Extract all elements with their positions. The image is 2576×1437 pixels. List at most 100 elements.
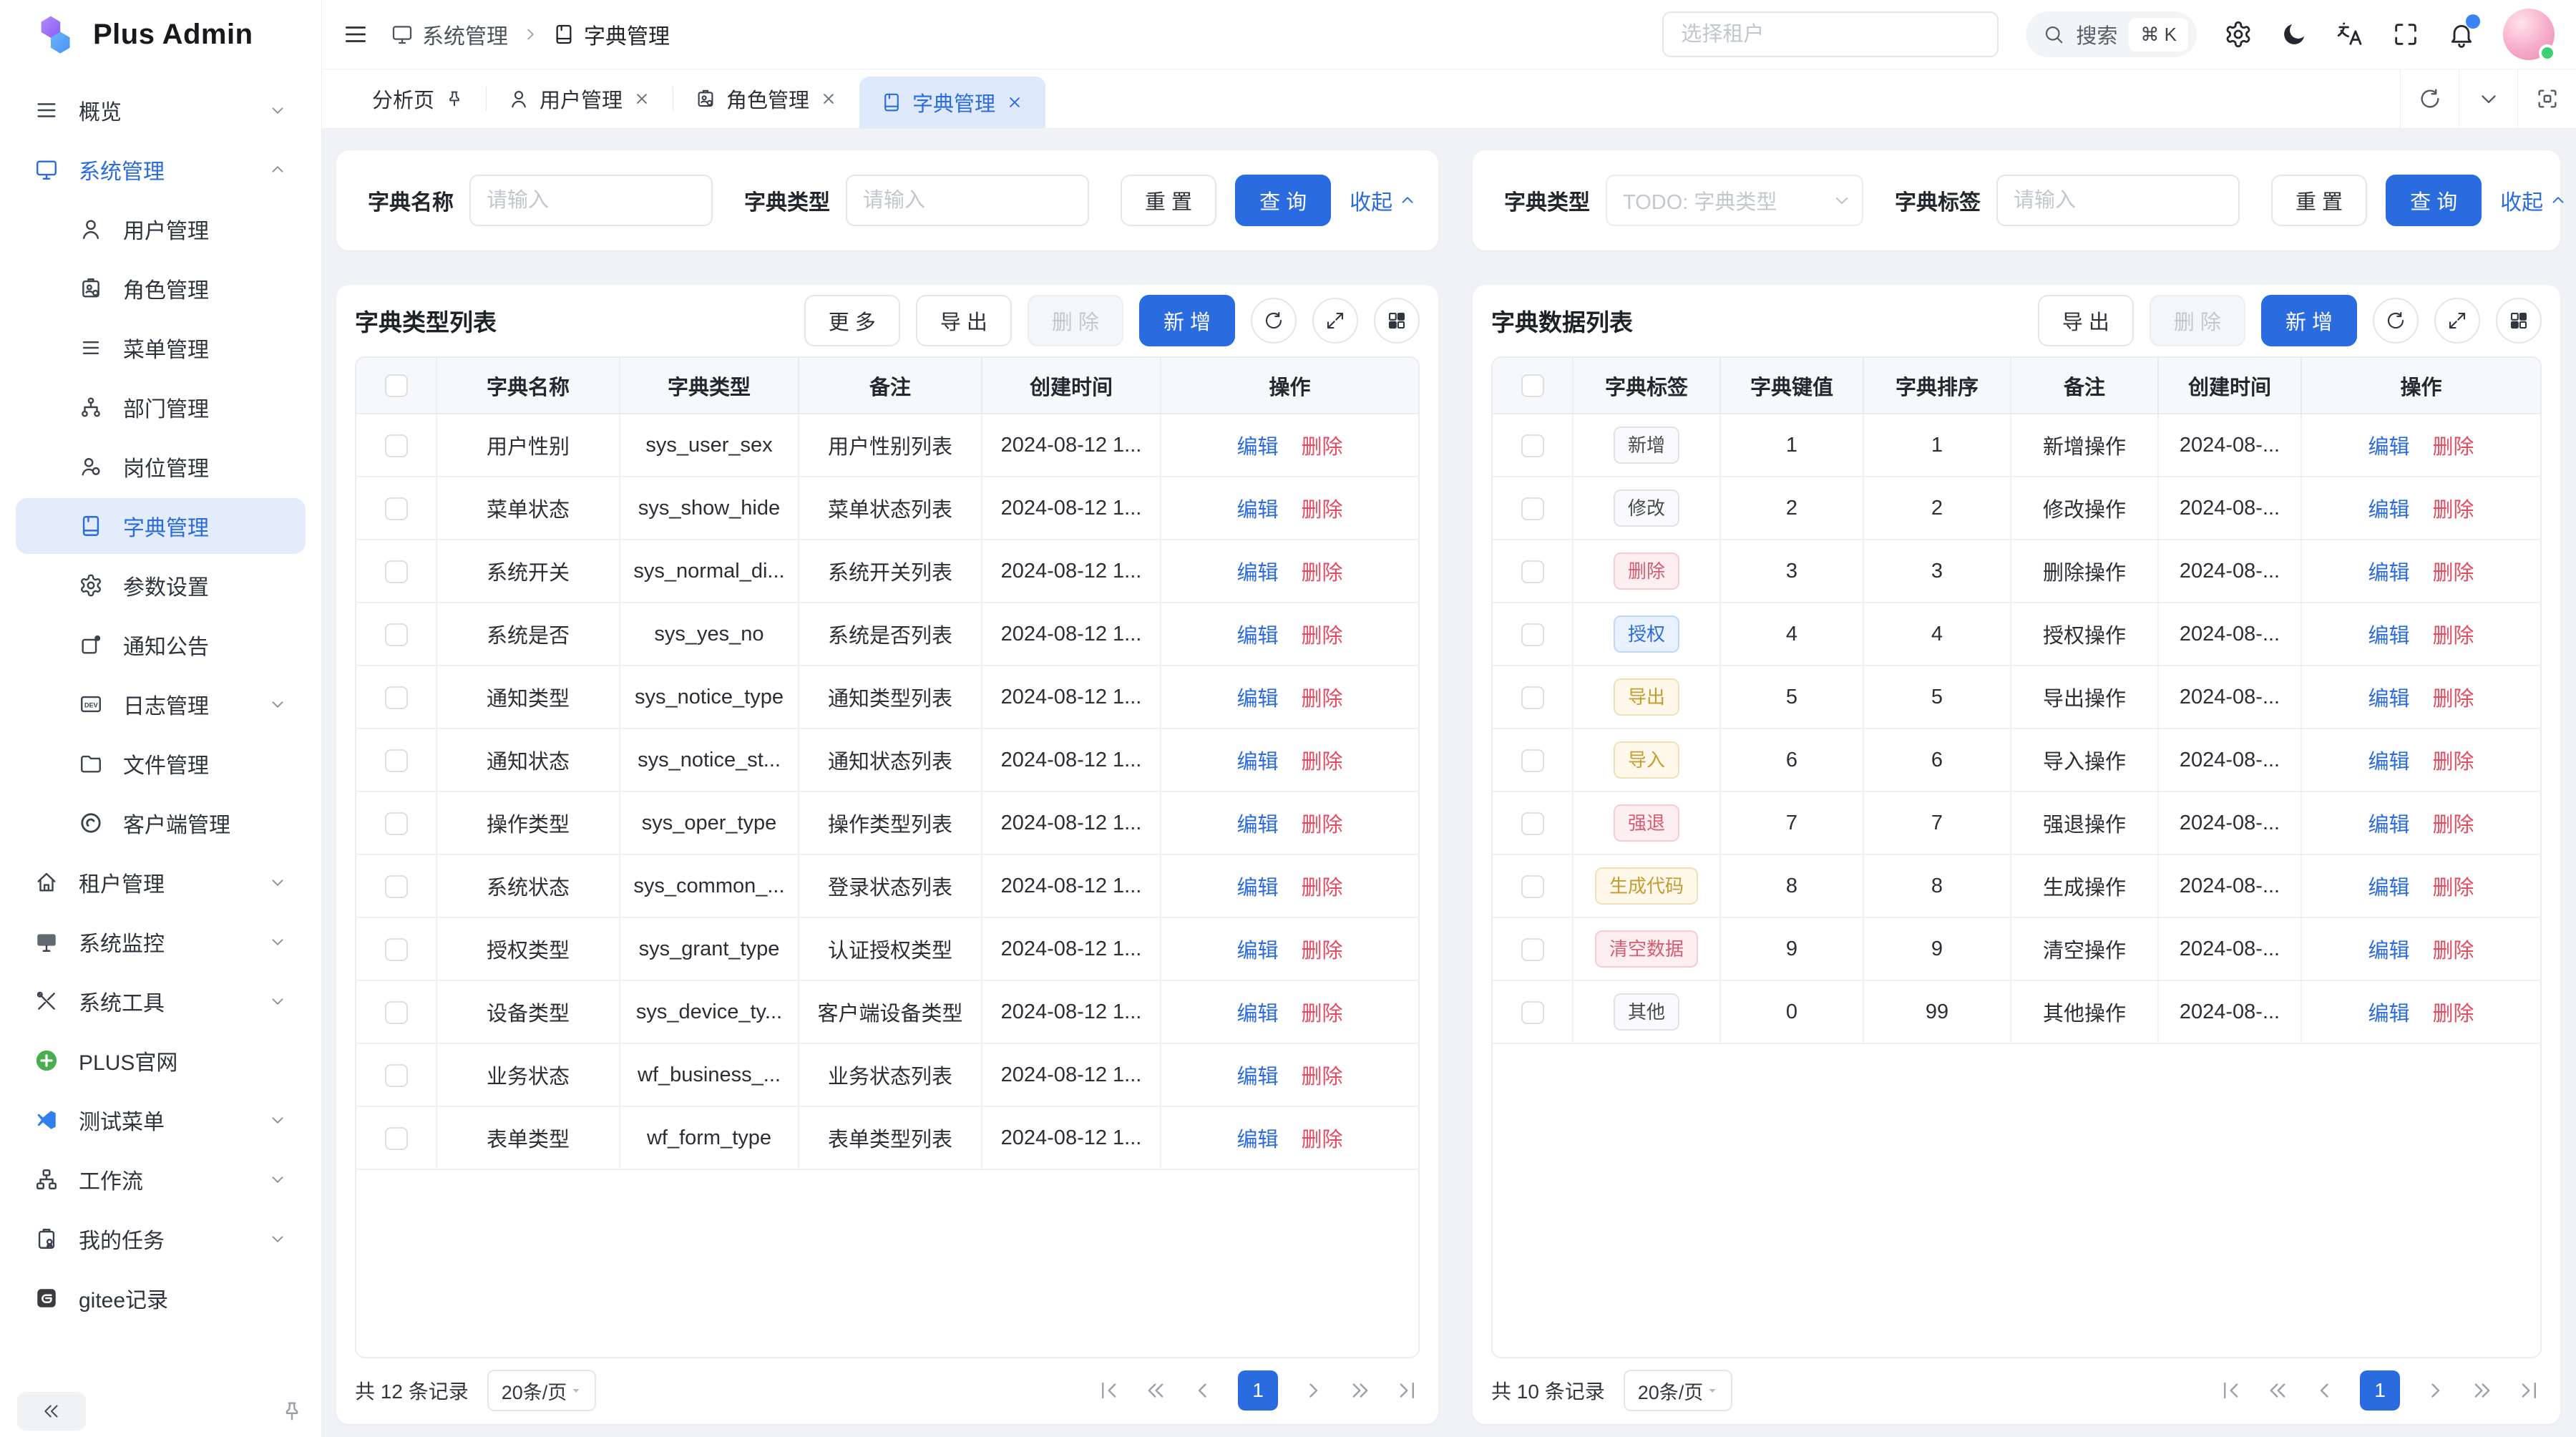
fast-prev-button[interactable] — [2265, 1378, 2290, 1403]
edit-link[interactable]: 编辑 — [1236, 751, 1278, 774]
sidebar-item-岗位管理[interactable]: 岗位管理 — [16, 439, 306, 495]
delete-link[interactable]: 删除 — [1302, 499, 1343, 522]
delete-link[interactable]: 删除 — [2433, 1003, 2474, 1026]
delete-link[interactable]: 删除 — [2433, 688, 2474, 711]
user-avatar[interactable] — [2503, 9, 2555, 60]
edit-link[interactable]: 编辑 — [2368, 940, 2409, 963]
collapse-filter-link[interactable]: 收起 — [1350, 185, 1417, 216]
delete-link[interactable]: 删除 — [1302, 436, 1343, 459]
filter-select[interactable]: TODO: 字典类型 — [1606, 175, 1863, 226]
sidebar-item-我的任务[interactable]: 我的任务 — [16, 1211, 306, 1267]
edit-link[interactable]: 编辑 — [2368, 436, 2409, 459]
delete-link[interactable]: 删除 — [1302, 1003, 1343, 1026]
page-size-select[interactable]: 20条/页 — [1624, 1370, 1732, 1411]
maximize-content-button[interactable] — [2517, 69, 2576, 128]
select-all-checkbox[interactable] — [1521, 374, 1544, 397]
sidebar-item-字典管理[interactable]: 字典管理 — [16, 498, 306, 554]
delete-link[interactable]: 删除 — [2433, 625, 2474, 648]
prev-page-button[interactable] — [1191, 1378, 1215, 1403]
filter-input[interactable] — [469, 175, 713, 226]
delete-link[interactable]: 删除 — [2433, 940, 2474, 963]
row-checkbox[interactable] — [385, 749, 408, 772]
row-checkbox[interactable] — [1521, 938, 1544, 961]
delete-link[interactable]: 删除 — [1302, 877, 1343, 900]
delete-link[interactable]: 删除 — [1302, 625, 1343, 648]
next-page-button[interactable] — [2423, 1378, 2447, 1403]
row-checkbox[interactable] — [385, 623, 408, 646]
delete-link[interactable]: 删除 — [1302, 1066, 1343, 1088]
edit-link[interactable]: 编辑 — [2368, 688, 2409, 711]
page-size-select[interactable]: 20条/页 — [487, 1370, 596, 1411]
row-checkbox[interactable] — [385, 560, 408, 583]
toolbar-button-导出[interactable]: 导 出 — [2038, 295, 2134, 346]
current-page-button[interactable]: 1 — [2360, 1370, 2400, 1411]
collapse-filter-link[interactable]: 收起 — [2500, 185, 2567, 216]
language-translate-icon[interactable] — [2336, 20, 2364, 49]
row-checkbox[interactable] — [1521, 812, 1544, 835]
delete-link[interactable]: 删除 — [2433, 562, 2474, 585]
row-checkbox[interactable] — [1521, 434, 1544, 457]
sidebar-item-PLUS官网[interactable]: PLUS官网 — [16, 1033, 306, 1088]
search-button[interactable]: 查 询 — [1235, 175, 1331, 226]
edit-link[interactable]: 编辑 — [1236, 688, 1278, 711]
fast-next-button[interactable] — [1348, 1378, 1372, 1403]
delete-link[interactable]: 删除 — [1302, 814, 1343, 837]
row-checkbox[interactable] — [385, 434, 408, 457]
fullscreen-table-button[interactable] — [1312, 298, 1358, 344]
toolbar-button-删除[interactable]: 删 除 — [2150, 295, 2245, 346]
row-checkbox[interactable] — [1521, 497, 1544, 520]
sidebar-item-gitee记录[interactable]: gitee记录 — [16, 1270, 306, 1326]
filter-input[interactable] — [1996, 175, 2240, 226]
row-checkbox[interactable] — [385, 812, 408, 835]
sidebar-item-测试菜单[interactable]: 测试菜单 — [16, 1092, 306, 1148]
first-page-button[interactable] — [1096, 1378, 1121, 1403]
toolbar-button-新增[interactable]: 新 增 — [2261, 295, 2357, 346]
tab-字典管理[interactable]: 字典管理 — [859, 77, 1045, 128]
column-settings-button[interactable] — [1374, 298, 1420, 344]
fullscreen-icon[interactable] — [2391, 20, 2420, 49]
hamburger-menu-icon[interactable] — [342, 21, 369, 48]
edit-link[interactable]: 编辑 — [1236, 814, 1278, 837]
last-page-button[interactable] — [1395, 1378, 1420, 1403]
search-button[interactable]: 查 询 — [2386, 175, 2482, 226]
row-checkbox[interactable] — [385, 1127, 408, 1150]
toolbar-button-导出[interactable]: 导 出 — [916, 295, 1012, 346]
edit-link[interactable]: 编辑 — [2368, 751, 2409, 774]
fullscreen-table-button[interactable] — [2434, 298, 2480, 344]
tab-用户管理[interactable]: 用户管理 — [487, 69, 673, 128]
sidebar-item-参数设置[interactable]: 参数设置 — [16, 557, 306, 613]
row-checkbox[interactable] — [385, 686, 408, 709]
reset-button[interactable]: 重 置 — [1121, 175, 1216, 226]
delete-link[interactable]: 删除 — [1302, 940, 1343, 963]
close-icon[interactable] — [633, 89, 651, 108]
sidebar-item-系统管理[interactable]: 系统管理 — [16, 142, 306, 198]
edit-link[interactable]: 编辑 — [1236, 436, 1278, 459]
row-checkbox[interactable] — [385, 875, 408, 898]
last-page-button[interactable] — [2517, 1378, 2542, 1403]
notifications-bell-icon[interactable] — [2447, 20, 2476, 49]
tab-角色管理[interactable]: 角色管理 — [673, 69, 859, 128]
delete-link[interactable]: 删除 — [1302, 751, 1343, 774]
reset-button[interactable]: 重 置 — [2271, 175, 2367, 226]
sidebar-item-客户端管理[interactable]: 客户端管理 — [16, 795, 306, 851]
row-checkbox[interactable] — [385, 1001, 408, 1024]
sidebar-item-菜单管理[interactable]: 菜单管理 — [16, 320, 306, 376]
edit-link[interactable]: 编辑 — [2368, 1003, 2409, 1026]
fast-prev-button[interactable] — [1143, 1378, 1168, 1403]
select-all-checkbox[interactable] — [385, 374, 408, 397]
edit-link[interactable]: 编辑 — [1236, 1066, 1278, 1088]
breadcrumb-item[interactable]: 系统管理 — [391, 19, 508, 50]
edit-link[interactable]: 编辑 — [1236, 499, 1278, 522]
edit-link[interactable]: 编辑 — [2368, 625, 2409, 648]
edit-link[interactable]: 编辑 — [2368, 499, 2409, 522]
sidebar-item-部门管理[interactable]: 部门管理 — [16, 379, 306, 435]
fast-next-button[interactable] — [2470, 1378, 2494, 1403]
delete-link[interactable]: 删除 — [1302, 688, 1343, 711]
row-checkbox[interactable] — [1521, 686, 1544, 709]
edit-link[interactable]: 编辑 — [2368, 562, 2409, 585]
row-checkbox[interactable] — [385, 938, 408, 961]
row-checkbox[interactable] — [385, 1064, 408, 1087]
sidebar-item-文件管理[interactable]: 文件管理 — [16, 736, 306, 791]
delete-link[interactable]: 删除 — [2433, 436, 2474, 459]
next-page-button[interactable] — [1301, 1378, 1325, 1403]
